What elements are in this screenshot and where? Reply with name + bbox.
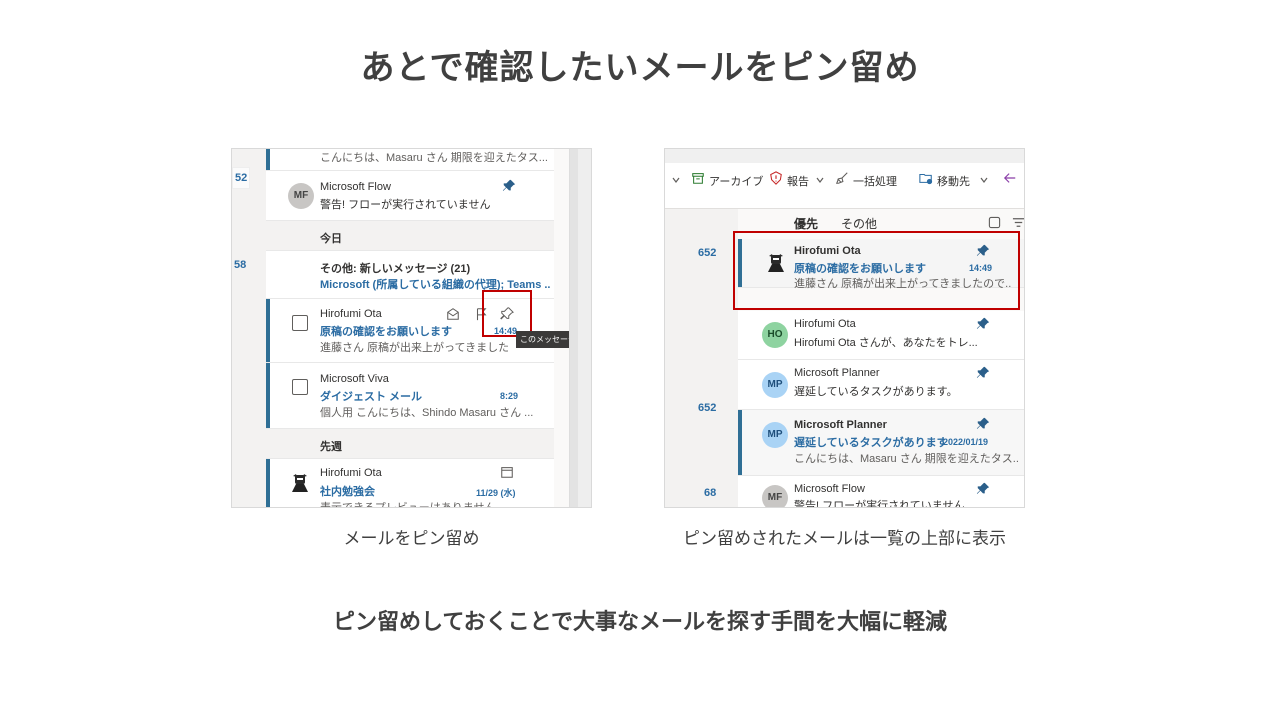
folder-count[interactable]: 652 xyxy=(698,402,716,414)
tab-focused[interactable]: 優先 xyxy=(794,215,818,232)
list-item[interactable]: HO Hirofumi Ota Hirofumi Ota さんが、あなたをトレ.… xyxy=(738,311,1024,360)
section-label: 先週 xyxy=(320,441,342,453)
broom-icon[interactable] xyxy=(835,171,849,185)
archive-icon[interactable] xyxy=(691,171,705,185)
reply-icon[interactable] xyxy=(1003,171,1017,185)
list-item[interactable]: MP Microsoft Planner 遅延しているタスクがあります。 xyxy=(738,360,1024,410)
tab-other[interactable]: その他 xyxy=(841,215,877,232)
archive-button[interactable]: アーカイブ xyxy=(709,173,763,189)
message-time: 2022/01/19 xyxy=(943,437,989,447)
sender-name: Microsoft Flow xyxy=(320,181,391,193)
list-item[interactable]: こんにちは、Masaru さん 期限を迎えたタス... xyxy=(266,149,554,171)
section-label: 今日 xyxy=(320,233,342,245)
message-subject: Hirofumi Ota さんが、あなたをトレ... xyxy=(794,337,978,349)
list-item[interactable]: Microsoft Viva ダイジェスト メール 8:29 個人用 こんにちは… xyxy=(266,363,554,429)
slide-title: あとで確認したいメールをピン留め xyxy=(360,48,920,88)
message-subject: 社内勉強会 xyxy=(320,486,375,498)
message-list: 優先 その他 Hirofumi Ota 原稿の確認をお願いします 14:49 進… xyxy=(733,209,1025,508)
scrollbar[interactable] xyxy=(570,149,578,507)
sender-name: Microsoft Flow xyxy=(794,483,865,495)
highlight-pinned-message xyxy=(733,231,1020,310)
caption-right: ピン留めされたメールは一覧の上部に表示 xyxy=(683,529,1006,549)
avatar: MF xyxy=(762,485,788,507)
message-subject: 警告! フローが実行されていません xyxy=(320,199,491,211)
avatar: MF xyxy=(288,183,314,209)
folder-count[interactable]: 68 xyxy=(704,487,716,499)
ribbon-toolbar: アーカイブ 報告 一括処理 移動先 xyxy=(665,149,1024,209)
move-to-button[interactable]: 移動先 xyxy=(937,173,970,189)
sweep-button[interactable]: 一括処理 xyxy=(853,173,897,189)
report-button[interactable]: 報告 xyxy=(787,173,809,189)
message-subject: 遅延しているタスクがあります。 xyxy=(794,437,944,449)
move-folder-icon[interactable] xyxy=(919,171,933,185)
select-mode-icon[interactable] xyxy=(988,216,1001,229)
screenshot-pin-message: 52 58 こんにちは、Masaru さん 期限を迎えたタス... MF Mic… xyxy=(231,148,592,508)
folder-count[interactable]: 52 xyxy=(232,167,250,189)
folder-pane: 652 652 68 xyxy=(665,209,738,507)
select-checkbox[interactable] xyxy=(292,379,308,395)
envelope-open-icon[interactable] xyxy=(446,307,460,321)
pin-icon[interactable] xyxy=(976,366,990,380)
message-preview: こんにちは、Masaru さん 期限を迎えたタス... xyxy=(320,152,548,164)
message-time: 8:29 xyxy=(500,391,519,401)
footer-message: ピン留めしておくことで大事なメールを探す手間を大幅に軽減 xyxy=(332,610,948,635)
avatar: MP xyxy=(762,422,788,448)
screenshot-pinned-top: アーカイブ 報告 一括処理 移動先 652 652 68 優先 その他 Hiro… xyxy=(664,148,1025,508)
message-preview: こんにちは、Masaru さん 期限を迎えたタス... xyxy=(794,453,1018,465)
section-header-today: 今日 xyxy=(266,221,554,251)
folder-count[interactable]: 652 xyxy=(698,247,716,259)
message-subject: ダイジェスト メール xyxy=(320,391,423,403)
list-item[interactable]: MF Microsoft Flow 警告! フローが実行されていません xyxy=(266,171,554,221)
sender-name: Microsoft Viva xyxy=(320,373,389,385)
message-subject: 警告! フローが実行されていません xyxy=(794,500,965,508)
message-preview: 進藤さん 原稿が出来上がってきましたので... xyxy=(320,342,508,354)
calendar-icon xyxy=(501,467,513,478)
select-checkbox[interactable] xyxy=(292,315,308,331)
ninja-avatar-icon xyxy=(292,474,308,492)
sender-name: Microsoft Planner xyxy=(794,367,880,379)
pin-icon[interactable] xyxy=(976,482,990,496)
chevron-down-icon[interactable] xyxy=(979,175,989,185)
filter-icon[interactable] xyxy=(1012,216,1025,229)
message-subject: 遅延しているタスクがあります。 xyxy=(794,386,958,398)
section-header-last-week: 先週 xyxy=(266,429,554,459)
sender-name: Microsoft Planner xyxy=(794,419,887,431)
message-preview: 個人用 こんにちは、Shindo Masaru さん ... xyxy=(320,407,534,419)
shield-warning-icon[interactable] xyxy=(769,171,783,185)
avatar: MP xyxy=(762,372,788,398)
message-preview: 表示できるプレビューはありません。 xyxy=(320,502,500,508)
list-item[interactable]: MF Microsoft Flow 警告! フローが実行されていません xyxy=(738,476,1024,508)
message-time: 11/29 (水) xyxy=(476,488,516,498)
avatar: HO xyxy=(762,322,788,348)
sender-name: Hirofumi Ota xyxy=(320,467,382,479)
folder-count[interactable]: 58 xyxy=(232,255,248,275)
toolbar-band xyxy=(665,149,1024,163)
folder-pane: 52 58 xyxy=(232,149,266,507)
summary-title: その他: 新しいメッセージ (21) xyxy=(320,263,471,275)
list-item[interactable]: MP Microsoft Planner 遅延しているタスクがあります。 202… xyxy=(738,410,1024,476)
message-list: こんにちは、Masaru さん 期限を迎えたタス... MF Microsoft… xyxy=(266,149,591,508)
list-item[interactable]: Hirofumi Ota 社内勉強会 11/29 (水) 表示できるプレビューは… xyxy=(266,459,554,508)
pin-icon[interactable] xyxy=(976,317,990,331)
sender-name: Hirofumi Ota xyxy=(320,308,382,320)
caption-left: メールをピン留め xyxy=(343,529,480,549)
message-subject: 原稿の確認をお願いします xyxy=(320,326,452,338)
pin-icon[interactable] xyxy=(502,179,516,193)
pin-icon[interactable] xyxy=(976,417,990,431)
sender-name: Hirofumi Ota xyxy=(794,318,856,330)
chevron-down-icon[interactable] xyxy=(815,175,825,185)
highlight-pin-button xyxy=(482,290,532,337)
chevron-down-icon[interactable] xyxy=(671,175,681,185)
reading-pane-edge xyxy=(569,149,591,507)
